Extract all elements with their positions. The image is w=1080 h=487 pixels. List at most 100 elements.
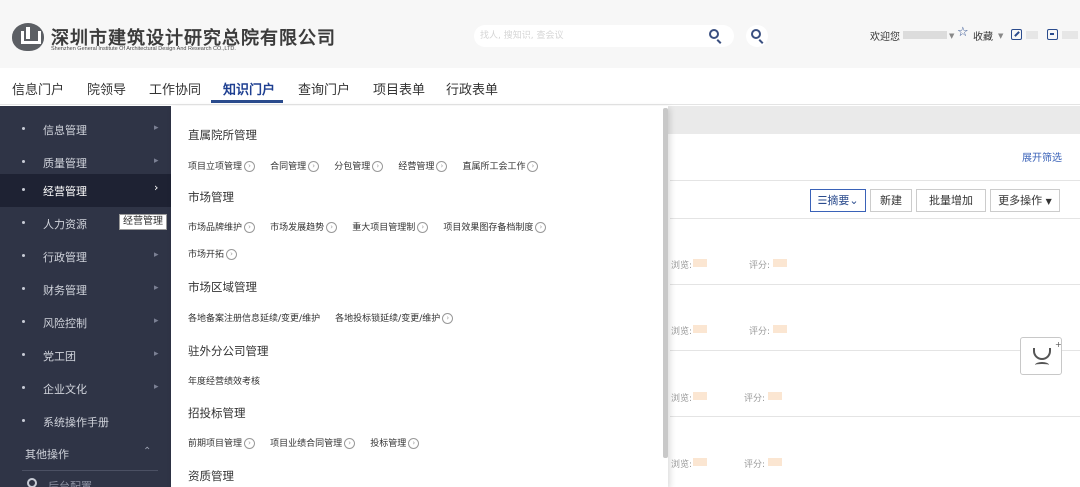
views-label: 浏览: — [671, 394, 693, 404]
favorites-menu[interactable]: 收藏 — [973, 28, 993, 43]
score-label: 评分: — [744, 460, 766, 470]
search-button[interactable] — [704, 25, 726, 47]
arrow-circle-icon: › — [326, 222, 338, 233]
redacted-value — [693, 259, 707, 267]
tab-query-portal[interactable]: 查询门户 — [298, 79, 350, 98]
bullet-icon — [22, 127, 25, 130]
chevron-right-icon: ▸ — [154, 156, 159, 166]
score-label: 评分: — [749, 327, 771, 337]
sidebar-item-label: 财务管理 — [43, 284, 87, 297]
divider — [670, 180, 1080, 181]
arrow-circle-icon: › — [244, 161, 256, 172]
edit-icon[interactable] — [1011, 29, 1022, 40]
section-links: 年度经营绩效考核 — [188, 370, 270, 387]
tab-knowledge-portal[interactable]: 知识门户 — [223, 79, 275, 98]
section-qualification-management: 资质管理 — [188, 469, 234, 483]
bullet-icon — [22, 353, 25, 356]
chevron-right-icon: ▸ — [154, 283, 159, 293]
link-label: 合同管理 — [270, 162, 307, 172]
other-operations-header[interactable]: 其他操作 — [25, 446, 69, 462]
arrow-circle-icon: › — [527, 161, 539, 172]
arrow-circle-icon: › — [442, 313, 454, 324]
chevron-down-icon[interactable]: ▼ — [949, 32, 954, 40]
tab-info-portal[interactable]: 信息门户 — [12, 79, 64, 98]
arrow-circle-icon: › — [308, 161, 320, 172]
sidebar-item-finance-management[interactable]: 财务管理 ▸ — [0, 273, 171, 306]
user-name-redacted[interactable] — [903, 31, 947, 39]
bullet-icon — [22, 221, 25, 224]
bullet-icon — [22, 254, 25, 257]
link-bid-management[interactable]: 投标管理 › — [370, 436, 420, 449]
search-icon — [751, 29, 761, 39]
link-early-project[interactable]: 前期项目管理 › — [188, 436, 256, 449]
redacted-block — [1062, 31, 1078, 39]
link-contract-management[interactable]: 合同管理 › — [270, 159, 320, 172]
sidebar-item-party-union[interactable]: 党工团 ▸ — [0, 339, 171, 372]
batch-add-button[interactable]: 批量增加 — [916, 189, 986, 212]
link-business-management[interactable]: 经营管理 › — [398, 159, 448, 172]
arrow-circle-icon: › — [436, 161, 448, 172]
tab-collaboration[interactable]: 工作协同 — [149, 79, 201, 98]
row-divider — [670, 284, 1080, 285]
leaf-icon — [1035, 362, 1049, 368]
link-subcontract-management[interactable]: 分包管理 › — [334, 159, 384, 172]
link-major-project-system[interactable]: 重大项目管理制 › — [352, 220, 429, 233]
dropdown-scrollbar[interactable] — [663, 108, 668, 458]
sidebar-item-label: 企业文化 — [43, 383, 87, 396]
summary-view-button[interactable]: ☰摘要⌄ — [810, 189, 866, 212]
link-bid-lock-renewal[interactable]: 各地投标锁延续/变更/维护 › — [335, 311, 454, 324]
sidebar-item-label: 党工团 — [43, 350, 76, 363]
search-box — [474, 25, 734, 47]
link-project-approval[interactable]: 项目立项管理 › — [188, 159, 256, 172]
sidebar-item-backend-config[interactable]: 后台配置 — [48, 478, 92, 487]
link-annual-performance[interactable]: 年度经营绩效考核 — [188, 374, 260, 387]
section-bidding-management: 招投标管理 — [188, 406, 246, 420]
search-input[interactable] — [480, 25, 700, 47]
link-label: 各地备案注册信息延续/变更/维护 — [188, 314, 321, 324]
sidebar-item-admin-management[interactable]: 行政管理 ▸ — [0, 240, 171, 273]
tab-admin-forms[interactable]: 行政表单 — [446, 79, 498, 98]
star-icon[interactable]: ☆ — [957, 25, 969, 40]
bullet-icon — [22, 188, 25, 191]
sidebar-item-info-management[interactable]: 信息管理 ▸ — [0, 113, 171, 146]
row-divider — [670, 350, 1080, 351]
row-divider — [670, 416, 1080, 417]
link-rendering-archive[interactable]: 项目效果图存备档制度 › — [443, 220, 547, 233]
sidebar-item-risk-control[interactable]: 风险控制 ▸ — [0, 306, 171, 339]
tab-leadership[interactable]: 院领导 — [87, 79, 126, 98]
link-registration-renewal[interactable]: 各地备案注册信息延续/变更/维护 — [188, 311, 320, 324]
chevron-up-icon[interactable]: ⌃ — [143, 446, 151, 457]
sidebar-item-label: 系统操作手册 — [43, 416, 109, 429]
section-links: 前期项目管理 › 项目业绩合同管理 › 投标管理 › — [188, 432, 429, 449]
chevron-right-icon: › — [154, 181, 159, 194]
redacted-value — [693, 392, 707, 400]
assistant-icon — [1033, 348, 1051, 360]
views-label: 浏览: — [671, 460, 693, 470]
sidebar-item-system-manual[interactable]: 系统操作手册 — [0, 405, 171, 438]
redacted-value — [693, 458, 707, 466]
chevron-down-icon: ⌄ — [849, 194, 859, 207]
sidebar-item-business-management[interactable]: 经营管理 › — [0, 174, 171, 207]
link-union-work[interactable]: 直属所工会工作 › — [462, 159, 539, 172]
assistant-widget[interactable]: + — [1020, 337, 1062, 375]
sidebar-divider — [22, 470, 158, 471]
link-performance-contracts[interactable]: 项目业绩合同管理 › — [270, 436, 356, 449]
sidebar-tooltip: 经营管理 — [119, 214, 167, 230]
chevron-right-icon: ▸ — [154, 349, 159, 359]
link-market-expansion[interactable]: 市场开拓 › — [188, 247, 238, 260]
section-regional-market: 市场区域管理 — [188, 280, 257, 294]
section-links: 市场品牌维护 › 市场发展趋势 › 重大项目管理制 › 项目效果图存备档制度 › — [188, 216, 556, 233]
link-brand-maintenance[interactable]: 市场品牌维护 › — [188, 220, 256, 233]
link-market-trends[interactable]: 市场发展趋势 › — [270, 220, 338, 233]
section-links: 项目立项管理 › 合同管理 › 分包管理 › 经营管理 › 直属所工会工作 › — [188, 155, 548, 172]
content-top-bar — [668, 106, 1080, 134]
more-operations-button[interactable]: 更多操作 ▼ — [990, 189, 1060, 212]
advanced-search-button[interactable] — [746, 25, 768, 47]
sidebar-item-corporate-culture[interactable]: 企业文化 ▸ — [0, 372, 171, 405]
expand-filter-link[interactable]: 展开筛选 — [1022, 149, 1062, 164]
document-icon[interactable] — [1047, 29, 1058, 40]
chevron-down-icon[interactable]: ▼ — [998, 32, 1003, 40]
tab-project-forms[interactable]: 项目表单 — [373, 79, 425, 98]
new-button[interactable]: 新建 — [870, 189, 912, 212]
redacted-value — [773, 259, 787, 267]
